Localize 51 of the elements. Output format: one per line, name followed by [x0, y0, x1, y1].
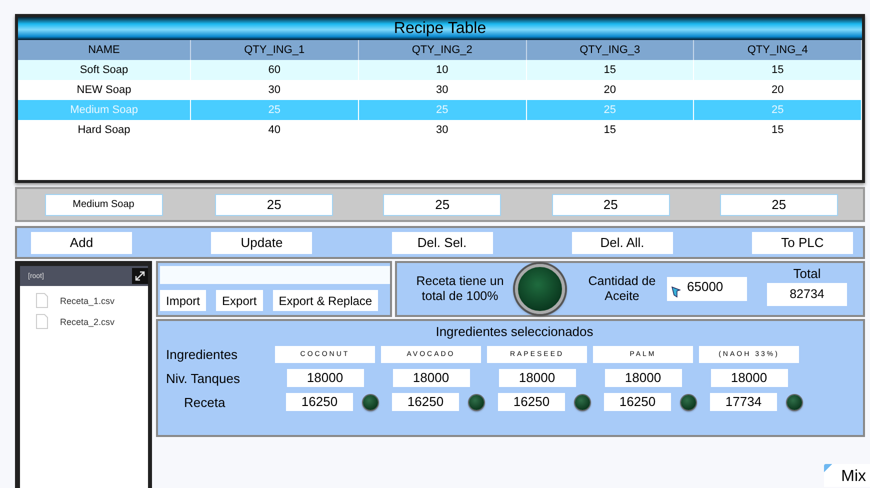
table-title: Recipe Table: [18, 17, 862, 40]
tank-level-field: 18000: [286, 369, 364, 387]
expand-icon[interactable]: [132, 268, 148, 284]
action-button[interactable]: Add: [31, 232, 132, 254]
column-header: QTY_ING_1: [191, 40, 359, 60]
total-label: Total: [793, 266, 821, 281]
file-button[interactable]: Export & Replace: [272, 290, 378, 311]
table-cell[interactable]: 60: [191, 60, 359, 80]
status-message: Receta tiene un total de 100%: [415, 274, 505, 304]
total-field: 82734: [767, 283, 847, 306]
recipe-field[interactable]: 16250: [286, 393, 353, 411]
action-button[interactable]: Update: [211, 232, 312, 254]
file-button[interactable]: Import: [160, 290, 206, 311]
column-header: QTY_ING_3: [526, 40, 694, 60]
file-item[interactable]: Receta_2.csv: [20, 311, 148, 332]
field-label: Cantidad de Aceite: [587, 274, 657, 304]
recipe-field[interactable]: 16250: [604, 393, 671, 411]
row-label: Receta: [183, 394, 226, 410]
mix-button[interactable]: Mix: [824, 464, 870, 487]
input-field[interactable]: 25: [552, 194, 670, 216]
input-field[interactable]: 25: [383, 194, 502, 216]
file-icon: [36, 293, 48, 308]
file-button[interactable]: Export: [216, 290, 263, 311]
cursor-icon: [671, 286, 681, 299]
tank-level-field: 18000: [604, 369, 682, 387]
input-field[interactable]: 25: [720, 194, 838, 216]
action-button[interactable]: Del. Sel.: [392, 232, 492, 254]
table-cell[interactable]: 15: [694, 60, 862, 80]
column-header: NAME: [18, 40, 191, 60]
input-field[interactable]: Medium Soap: [44, 194, 162, 216]
action-button[interactable]: Del. All.: [572, 232, 673, 254]
tank-level-field: 18000: [392, 369, 470, 387]
table-cell[interactable]: 15: [526, 60, 694, 80]
row-label: Ingredientes: [166, 347, 239, 362]
tank-level-field: 18000: [498, 369, 576, 387]
action-button[interactable]: To PLC: [752, 232, 853, 254]
file-icon: [36, 314, 48, 329]
path-field[interactable]: [160, 266, 390, 284]
tank-level-field: 18000: [710, 369, 788, 387]
column-header: QTY_ING_4: [694, 40, 862, 60]
recipe-field[interactable]: 17734: [710, 393, 777, 411]
column-header: QTY_ING_2: [358, 40, 526, 60]
panel-title: Ingredientes seleccionados: [434, 323, 594, 341]
table-cell[interactable]: 10: [358, 60, 526, 80]
input-field[interactable]: 25: [215, 194, 334, 216]
row-label: Niv. Tanques: [166, 370, 241, 386]
recipe-field[interactable]: 16250: [498, 393, 565, 411]
table-cell[interactable]: Soft Soap: [18, 60, 191, 80]
recipe-field[interactable]: 16250: [392, 393, 459, 411]
file-item[interactable]: Receta_1.csv: [20, 290, 148, 311]
oil-field[interactable]: 65000: [667, 277, 747, 301]
